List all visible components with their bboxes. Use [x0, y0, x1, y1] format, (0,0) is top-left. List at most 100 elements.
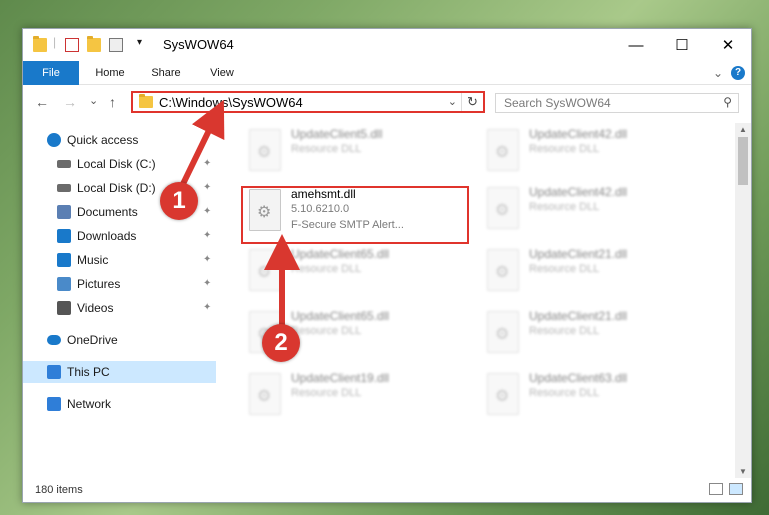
downloads-icon: [57, 229, 71, 243]
sidebar-item-label: Local Disk (C:): [77, 157, 156, 171]
sidebar-item-label: Network: [67, 397, 112, 411]
tab-file[interactable]: File: [23, 61, 79, 85]
videos-icon: [57, 301, 71, 315]
pin-icon: ✦: [203, 254, 212, 265]
minimize-button[interactable]: —: [613, 29, 659, 61]
large-icons-view-icon[interactable]: [729, 483, 743, 495]
sidebar-item-label: OneDrive: [67, 333, 118, 347]
scroll-down-icon[interactable]: ▼: [735, 467, 751, 476]
music-icon: [57, 253, 71, 267]
sidebar-item-quick-access[interactable]: Quick access: [23, 129, 216, 151]
sidebar-item-label: Music: [77, 253, 109, 267]
maximize-button[interactable]: ☐: [659, 29, 705, 61]
pictures-icon: [57, 277, 71, 291]
sidebar-item-local-disk-c[interactable]: Local Disk (C:) ✦: [23, 153, 216, 175]
file-name: UpdateClient5.dll: [291, 127, 383, 141]
file-list: UpdateClient5.dll Resource DLL UpdateCli…: [233, 123, 733, 478]
search-input[interactable]: Search SysWOW64 ⚲: [495, 93, 739, 113]
dll-file-icon: [249, 249, 281, 291]
ribbon-expand-icon[interactable]: ⌄: [713, 66, 723, 80]
dll-file-icon: [487, 187, 519, 229]
item-count: 180 items: [35, 484, 83, 496]
pin-icon: ✦: [203, 158, 212, 169]
customize-toolbar-icon[interactable]: [109, 38, 123, 52]
ribbon-tabs: File Home Share View ⌄ ?: [23, 61, 751, 85]
network-icon: [47, 397, 61, 411]
dll-file-icon: [249, 129, 281, 171]
scroll-up-icon[interactable]: ▲: [735, 125, 751, 134]
sidebar-item-this-pc[interactable]: This PC: [23, 361, 216, 383]
computer-icon: [47, 365, 61, 379]
file-item[interactable]: UpdateClient42.dll Resource DLL: [481, 123, 711, 179]
address-bar[interactable]: C:\Windows\SysWOW64 ⌄ ↻: [131, 91, 485, 113]
file-type: Resource DLL: [291, 143, 362, 155]
file-item[interactable]: UpdateClient21.dll Resource DLL: [481, 305, 711, 361]
star-icon: [47, 133, 61, 147]
scroll-thumb[interactable]: [738, 137, 748, 185]
new-folder-icon[interactable]: [87, 36, 101, 52]
file-item[interactable]: UpdateClient65.dll Resource DLL: [243, 243, 473, 299]
file-type: Resource DLL: [291, 325, 362, 337]
file-highlight-box: [241, 186, 469, 244]
file-type: Resource DLL: [529, 201, 600, 213]
file-name: UpdateClient42.dll: [529, 127, 628, 141]
forward-button[interactable]: →: [63, 94, 77, 110]
toolbar-dropdown-icon[interactable]: ▾: [137, 37, 142, 48]
up-button[interactable]: ↑: [109, 94, 116, 110]
file-name: UpdateClient65.dll: [291, 309, 390, 323]
sidebar-item-music[interactable]: Music ✦: [23, 249, 216, 271]
sidebar-item-downloads[interactable]: Downloads ✦: [23, 225, 216, 247]
sidebar-item-onedrive[interactable]: OneDrive: [23, 329, 216, 351]
pin-icon: ✦: [203, 302, 212, 313]
file-item[interactable]: UpdateClient42.dll Resource DLL: [481, 181, 711, 237]
file-name: UpdateClient42.dll: [529, 185, 628, 199]
sidebar-item-label: This PC: [67, 365, 110, 379]
file-item[interactable]: UpdateClient21.dll Resource DLL: [481, 243, 711, 299]
sidebar-item-label: Videos: [77, 301, 114, 315]
title-bar: | ▾ SysWOW64 — ☐ ✕: [23, 29, 751, 61]
file-type: Resource DLL: [529, 263, 600, 275]
file-name: UpdateClient19.dll: [291, 371, 390, 385]
file-name: UpdateClient63.dll: [529, 371, 628, 385]
address-path[interactable]: C:\Windows\SysWOW64: [159, 95, 303, 110]
recent-locations-button[interactable]: ⌄: [89, 94, 98, 107]
step-1-badge: 1: [160, 182, 198, 220]
status-bar: 180 items: [23, 478, 751, 502]
step-2-badge: 2: [262, 324, 300, 362]
file-item[interactable]: UpdateClient5.dll Resource DLL: [243, 123, 473, 179]
pin-icon: ✦: [203, 278, 212, 289]
search-icon[interactable]: ⚲: [723, 95, 732, 109]
pin-icon: ✦: [203, 230, 212, 241]
tab-share[interactable]: Share: [141, 61, 191, 85]
vertical-scrollbar[interactable]: ▲ ▼: [735, 123, 751, 478]
file-item[interactable]: UpdateClient19.dll Resource DLL: [243, 367, 473, 423]
properties-icon[interactable]: [65, 38, 79, 52]
search-placeholder: Search SysWOW64: [504, 96, 611, 110]
sidebar-item-network[interactable]: Network: [23, 393, 216, 415]
file-item[interactable]: UpdateClient63.dll Resource DLL: [481, 367, 711, 423]
dll-file-icon: [487, 311, 519, 353]
details-view-icon[interactable]: [709, 483, 723, 495]
close-button[interactable]: ✕: [705, 29, 751, 61]
help-icon[interactable]: ?: [731, 66, 745, 80]
pin-icon: ✦: [203, 182, 212, 193]
back-button[interactable]: ←: [35, 94, 49, 110]
navigation-pane: Quick access Local Disk (C:) ✦ Local Dis…: [23, 123, 216, 478]
tab-view[interactable]: View: [197, 61, 247, 85]
sidebar-item-videos[interactable]: Videos ✦: [23, 297, 216, 319]
address-dropdown-icon[interactable]: ⌄: [448, 95, 457, 108]
window-title: SysWOW64: [163, 37, 234, 52]
file-name: UpdateClient21.dll: [529, 247, 628, 261]
documents-icon: [57, 205, 71, 219]
sidebar-item-label: Quick access: [67, 133, 139, 147]
dll-file-icon: [487, 249, 519, 291]
file-type: Resource DLL: [529, 143, 600, 155]
folder-icon: [33, 36, 47, 52]
sidebar-item-pictures[interactable]: Pictures ✦: [23, 273, 216, 295]
tab-home[interactable]: Home: [85, 61, 135, 85]
file-type: Resource DLL: [291, 387, 362, 399]
refresh-button[interactable]: ↻: [461, 93, 483, 111]
file-type: Resource DLL: [529, 387, 600, 399]
pin-icon: ✦: [203, 206, 212, 217]
file-type: Resource DLL: [291, 263, 362, 275]
